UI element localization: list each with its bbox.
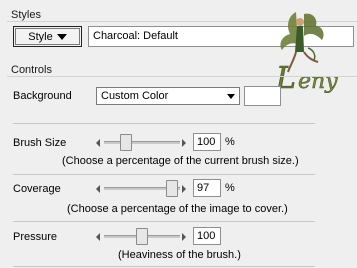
coverage-hint: (Choose a percentage of the image to cov… (67, 203, 288, 215)
style-button-label: Style (28, 30, 53, 43)
caret-down-icon (56, 33, 67, 40)
coverage-value: 97 (197, 182, 210, 194)
background-select[interactable]: Custom Color (96, 87, 240, 105)
controls-group-title: Controls (11, 64, 52, 76)
separator (13, 266, 315, 267)
coverage-increase-icon[interactable] (182, 185, 186, 193)
controls-group-border (7, 76, 357, 77)
separator (13, 174, 315, 175)
brush-size-input[interactable]: 100 (193, 133, 221, 151)
coverage-slider-thumb[interactable] (166, 180, 179, 197)
pressure-value: 100 (197, 230, 216, 242)
pressure-slider-thumb[interactable] (136, 228, 148, 245)
coverage-input[interactable]: 97 (193, 179, 221, 197)
style-button[interactable]: Style (13, 26, 82, 47)
background-selected: Custom Color (101, 90, 169, 102)
background-label: Background (13, 90, 72, 102)
chevron-down-icon (227, 94, 235, 99)
separator (13, 221, 315, 222)
pressure-increase-icon[interactable] (182, 233, 186, 241)
svg-text:eny: eny (298, 69, 338, 94)
coverage-label: Coverage (13, 183, 61, 195)
fairy-logo-icon: L eny (275, 12, 338, 96)
brush-size-track[interactable] (104, 141, 180, 144)
pressure-input[interactable]: 100 (193, 227, 221, 245)
brush-size-hint: (Choose a percentage of the current brus… (62, 155, 299, 167)
background-color-swatch[interactable] (244, 86, 281, 106)
brush-size-label: Brush Size (13, 137, 67, 149)
brush-size-decrease-icon[interactable] (96, 139, 100, 147)
brush-size-unit: % (225, 136, 235, 148)
brush-size-value: 100 (197, 136, 216, 148)
pressure-label: Pressure (13, 231, 58, 243)
brush-size-increase-icon[interactable] (182, 139, 186, 147)
coverage-decrease-icon[interactable] (96, 185, 100, 193)
coverage-unit: % (225, 182, 235, 194)
pressure-hint: (Heaviness of the brush.) (118, 249, 241, 261)
separator (13, 123, 315, 124)
brush-size-slider-thumb[interactable] (120, 134, 132, 151)
preset-value: Charcoal: Default (93, 30, 178, 42)
pressure-decrease-icon[interactable] (96, 233, 100, 241)
styles-group-title: Styles (11, 9, 41, 21)
